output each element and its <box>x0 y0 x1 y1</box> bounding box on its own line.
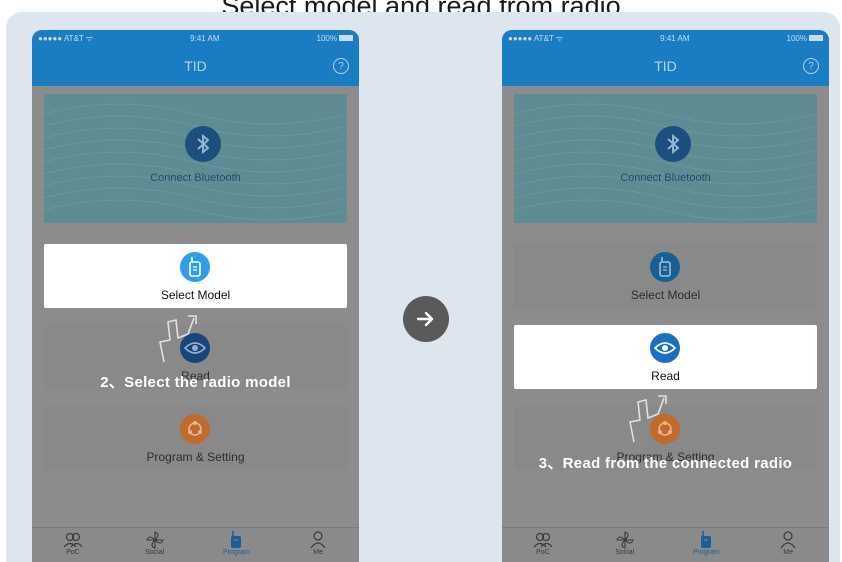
select-model-card[interactable]: Select Model <box>44 244 347 308</box>
tab-label: Social <box>145 549 165 556</box>
next-step-arrow <box>403 296 449 342</box>
program-setting-card[interactable]: Program & Setting <box>44 406 347 470</box>
person-icon <box>293 531 343 549</box>
person-icon <box>763 531 813 549</box>
status-bar: ●●●●● AT&T ᯤ 9:41 AM 100% <box>502 30 829 46</box>
bluetooth-icon[interactable] <box>185 126 221 162</box>
battery-indicator: 100% <box>317 34 353 43</box>
nav-bar: TID ? <box>502 46 829 86</box>
eye-icon <box>650 333 680 363</box>
connect-bluetooth-label: Connect Bluetooth <box>620 172 711 184</box>
tab-poc[interactable]: PoC <box>48 531 98 556</box>
phone-screen-select-model: ●●●●● AT&T ᯤ 9:41 AM 100% TID ? Connect … <box>32 30 359 562</box>
radio-device-icon <box>180 252 210 282</box>
tab-label: Me <box>783 549 793 556</box>
tab-label: Program <box>222 549 250 556</box>
phone-screen-read: ●●●●● AT&T ᯤ 9:41 AM 100% TID ? Connect … <box>502 30 829 562</box>
tab-label: PoC <box>66 549 80 556</box>
tab-program[interactable]: Program <box>681 531 731 556</box>
step-caption: 2、Select the radio model <box>100 374 291 391</box>
program-icon <box>180 414 210 444</box>
clock-text: 9:41 AM <box>190 33 220 43</box>
connect-bluetooth-label: Connect Bluetooth <box>150 172 241 184</box>
battery-indicator: 100% <box>787 34 823 43</box>
radio-device-icon <box>681 531 731 549</box>
battery-icon <box>808 35 823 42</box>
help-icon[interactable]: ? <box>803 58 819 74</box>
carrier-text: ●●●●● AT&T ᯤ <box>38 33 94 43</box>
tab-social[interactable]: Social <box>130 531 180 556</box>
tab-program[interactable]: Program <box>211 531 261 556</box>
status-bar: ●●●●● AT&T ᯤ 9:41 AM 100% <box>32 30 359 46</box>
poc-icon <box>518 531 568 549</box>
social-icon <box>130 531 180 549</box>
connect-bluetooth-panel[interactable]: Connect Bluetooth <box>514 94 817 223</box>
arrow-right-icon <box>417 311 434 327</box>
read-label: Read <box>651 369 680 383</box>
clock-text: 9:41 AM <box>660 33 690 43</box>
select-model-card[interactable]: Select Model <box>514 244 817 308</box>
tab-me[interactable]: Me <box>763 531 813 556</box>
social-icon <box>600 531 650 549</box>
carrier-text: ●●●●● AT&T ᯤ <box>508 33 564 43</box>
tab-bar: PoC Social Program Me <box>32 527 359 562</box>
tab-poc[interactable]: PoC <box>518 531 568 556</box>
tab-label: Social <box>615 549 635 556</box>
connect-bluetooth-panel[interactable]: Connect Bluetooth <box>44 94 347 223</box>
tap-gesture-icon <box>159 315 197 363</box>
tab-me[interactable]: Me <box>293 531 343 556</box>
nav-bar: TID ? <box>32 46 359 86</box>
help-icon[interactable]: ? <box>333 58 349 74</box>
tab-bar: PoC Social Program Me <box>502 527 829 562</box>
tap-gesture-icon <box>629 395 667 443</box>
battery-icon <box>338 35 353 42</box>
radio-device-icon <box>211 531 261 549</box>
nav-title: TID <box>654 58 677 74</box>
step-caption: 3、Read from the connected radio <box>538 455 793 472</box>
poc-icon <box>48 531 98 549</box>
radio-device-icon <box>650 252 680 282</box>
tab-label: PoC <box>536 549 550 556</box>
bluetooth-icon[interactable] <box>655 126 691 162</box>
tab-label: Me <box>313 549 323 556</box>
select-model-label: Select Model <box>630 288 701 302</box>
select-model-label: Select Model <box>160 288 231 302</box>
tab-label: Program <box>692 549 720 556</box>
program-setting-label: Program & Setting <box>146 450 245 464</box>
tab-social[interactable]: Social <box>600 531 650 556</box>
read-card[interactable]: Read <box>514 325 817 389</box>
nav-title: TID <box>184 58 207 74</box>
